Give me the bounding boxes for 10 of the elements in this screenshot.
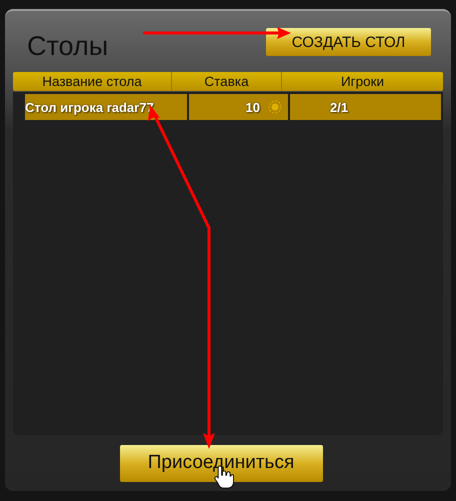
column-header[interactable]: Игроки [282, 72, 443, 91]
table-cell: 10 [246, 100, 260, 114]
table-cell: Стол игрока radar77 [25, 94, 187, 120]
column-header[interactable]: Ставка [172, 72, 282, 91]
coin-icon [268, 100, 282, 114]
column-header[interactable]: Название стола [13, 72, 172, 91]
panel-title: Столы [27, 31, 108, 62]
create-table-button[interactable]: СОЗДАТЬ СТОЛ [266, 28, 431, 56]
table-cell: 2/1 [290, 94, 441, 120]
join-button[interactable]: Присоединиться [120, 444, 322, 482]
